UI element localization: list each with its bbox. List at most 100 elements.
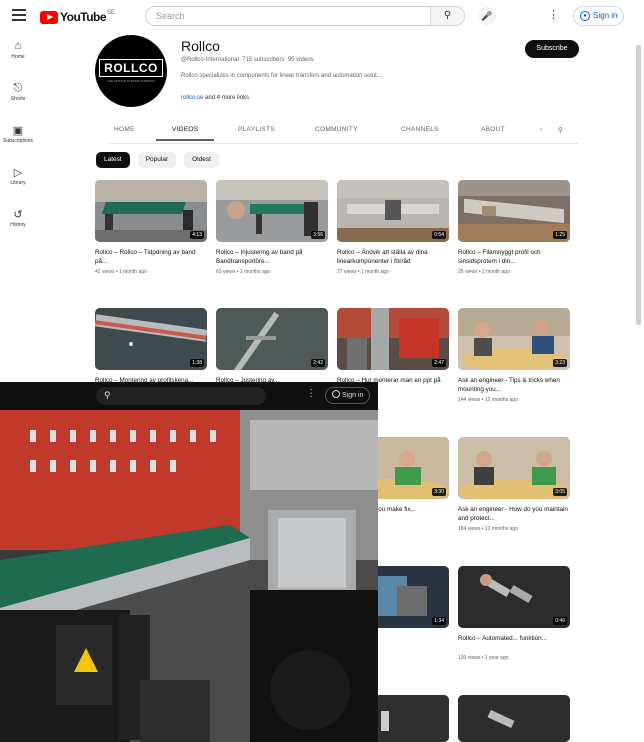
settings-dots-icon[interactable]: ⋮ <box>548 8 559 21</box>
logo-text: YouTube <box>60 10 107 24</box>
avatar-tagline: THE MOTION SYSTEM COMPANY <box>107 79 155 83</box>
video-thumbnail[interactable]: 3:56 <box>216 180 328 242</box>
sidenav-subscriptions[interactable]: ▣ Subscriptions <box>0 124 36 166</box>
chip-popular[interactable]: Popular <box>137 152 177 168</box>
video-thumbnail[interactable]: 2:47 <box>337 308 449 370</box>
tab-playlists[interactable]: PLAYLISTS <box>238 126 275 133</box>
video-card[interactable]: 4:13 Rollco – Rollco – Tidpdning av band… <box>95 180 207 275</box>
player-search-input[interactable]: ⚲ <box>96 387 266 405</box>
hamburger-menu-icon[interactable] <box>12 9 26 21</box>
library-icon: ▷ <box>13 167 23 179</box>
player-masthead: ⚲ ⋮ Sign in <box>0 382 378 410</box>
video-player-window: ⚲ ⋮ Sign in <box>0 382 378 742</box>
video-thumbnail[interactable]: 1:38 <box>95 308 207 370</box>
video-card[interactable] <box>458 695 570 742</box>
history-icon: ↺ <box>13 209 23 221</box>
video-duration: 1:34 <box>432 617 446 625</box>
video-thumbnail[interactable]: 3:23 <box>458 308 570 370</box>
video-title[interactable]: Rollco – Ändvik att ställa av dina linea… <box>337 248 449 266</box>
subscribe-button[interactable]: Subscribe <box>525 40 579 58</box>
tabs-search-icon[interactable]: ⚲ <box>558 126 563 134</box>
thumbnail-image <box>458 695 570 742</box>
channel-stats: @Rollco-International 715 subscribers 95… <box>181 57 314 63</box>
sidenav-history[interactable]: ↺ History <box>0 208 36 250</box>
video-duration: 4:13 <box>190 231 204 239</box>
video-meta: 144 views • 12 months ago <box>458 397 518 403</box>
chip-latest[interactable]: Latest <box>96 152 130 168</box>
video-card[interactable]: 0:46 Rollco – Automated... funktion... 1… <box>458 566 570 661</box>
video-meta: 184 views • 12 months ago <box>458 526 518 532</box>
youtube-play-icon <box>40 10 58 24</box>
microphone-icon[interactable]: 🎤 <box>478 7 496 25</box>
video-card[interactable]: 3:05 Ask an engineer - How do you mainta… <box>458 437 570 532</box>
scrollbar[interactable] <box>636 45 641 325</box>
video-title[interactable]: Ask an engineer - How do you maintain an… <box>458 505 570 523</box>
video-thumbnail[interactable]: 0:54 <box>337 180 449 242</box>
chip-oldest[interactable]: Oldest <box>184 152 219 168</box>
video-title[interactable]: Rollco – Filamnyggt profil och sinsidspr… <box>458 248 570 266</box>
video-duration: 2:42 <box>311 359 325 367</box>
video-card[interactable]: 3:56 Rollco – Injustering av band på Ban… <box>216 180 328 275</box>
video-title[interactable]: Rollco – Rollco – Tidpdning av band på..… <box>95 248 207 266</box>
video-title[interactable]: Ask an engineer - Tips & tricks when mou… <box>458 376 570 394</box>
video-card[interactable]: 1:25 Rollco – Filamnyggt profil och sins… <box>458 180 570 275</box>
avatar-logo-text: ROLLCO <box>99 59 163 77</box>
channel-video-count: 95 videos <box>287 57 314 63</box>
masthead: YouTube SE Search ⚲ 🎤 ⋮ ● Sign in <box>0 0 640 32</box>
video-thumbnail[interactable] <box>458 695 570 742</box>
sidenav-library[interactable]: ▷ Library <box>0 166 36 208</box>
video-frame-conveyor[interactable] <box>0 410 378 742</box>
search-button[interactable]: ⚲ <box>430 7 464 25</box>
video-title[interactable]: Rollco – Automated... funktion... <box>458 634 570 652</box>
tab-videos[interactable]: VIDEOS <box>156 126 215 141</box>
channel-handle: @Rollco-International <box>181 57 239 63</box>
channel-links: rollco.se and 4 more links <box>181 95 249 101</box>
youtube-logo[interactable]: YouTube SE <box>40 10 115 24</box>
video-meta: 130 views • 1 year ago <box>458 655 509 661</box>
video-duration: 3:23 <box>553 359 567 367</box>
video-thumbnail[interactable]: 0:46 <box>458 566 570 628</box>
country-code: SE <box>107 10 116 16</box>
home-icon: ⌂ <box>14 40 22 52</box>
video-thumbnail[interactable]: 3:05 <box>458 437 570 499</box>
user-icon: ● <box>580 11 590 21</box>
sort-chips: Latest Popular Oldest <box>96 152 219 168</box>
video-thumbnail[interactable]: 1:25 <box>458 180 570 242</box>
video-duration: 0:46 <box>553 617 567 625</box>
player-sign-in-label: Sign in <box>342 392 364 399</box>
video-meta: 27 views • 1 month ago <box>337 269 389 275</box>
search-input[interactable]: Search ⚲ <box>145 6 465 26</box>
shorts-icon: ⎋ <box>13 82 23 94</box>
video-card[interactable]: 0:54 Rollco – Ändvik att ställa av dina … <box>337 180 449 275</box>
video-meta: 42 views • 1 month ago <box>95 269 147 275</box>
channel-description[interactable]: Rollco specializes in components for lin… <box>181 73 382 79</box>
more-links[interactable]: and 4 more links <box>205 95 249 101</box>
tab-community[interactable]: COMMUNITY <box>315 126 358 133</box>
player-settings-dots-icon[interactable]: ⋮ <box>306 388 316 399</box>
video-meta: 25 views • 1 month ago <box>458 269 510 275</box>
sidenav-home[interactable]: ⌂ Home <box>0 40 36 82</box>
video-duration: 2:47 <box>432 359 446 367</box>
tabs-scroll-left-icon[interactable]: ‹ <box>540 126 542 133</box>
video-duration: 1:38 <box>190 359 204 367</box>
video-duration: 3:56 <box>311 231 325 239</box>
video-duration: 3:30 <box>432 488 446 496</box>
channel-link[interactable]: rollco.se <box>181 95 203 101</box>
video-duration: 1:25 <box>553 231 567 239</box>
video-meta: 63 views • 2 months ago <box>216 269 271 275</box>
video-title[interactable]: Rollco – Injustering av band på Bandtran… <box>216 248 328 266</box>
tab-about[interactable]: ABOUT <box>481 126 505 133</box>
tab-channels[interactable]: CHANNELS <box>401 126 439 133</box>
side-navigation: ⌂ Home ⎋ Shorts ▣ Subscriptions ▷ Library ↺ H… <box>0 40 36 250</box>
video-thumbnail[interactable]: 4:13 <box>95 180 207 242</box>
video-thumbnail[interactable]: 2:42 <box>216 308 328 370</box>
player-sign-in-button[interactable]: Sign in <box>325 387 371 404</box>
user-icon <box>332 390 340 398</box>
channel-name: Rollco <box>181 38 220 54</box>
channel-avatar[interactable]: ROLLCO THE MOTION SYSTEM COMPANY <box>95 35 167 107</box>
sign-in-button[interactable]: ● Sign in <box>573 6 625 26</box>
sidenav-shorts[interactable]: ⎋ Shorts <box>0 82 36 124</box>
video-card[interactable]: 3:23 Ask an engineer - Tips & tricks whe… <box>458 308 570 403</box>
video-duration: 3:05 <box>553 488 567 496</box>
tab-home[interactable]: HOME <box>114 126 135 133</box>
